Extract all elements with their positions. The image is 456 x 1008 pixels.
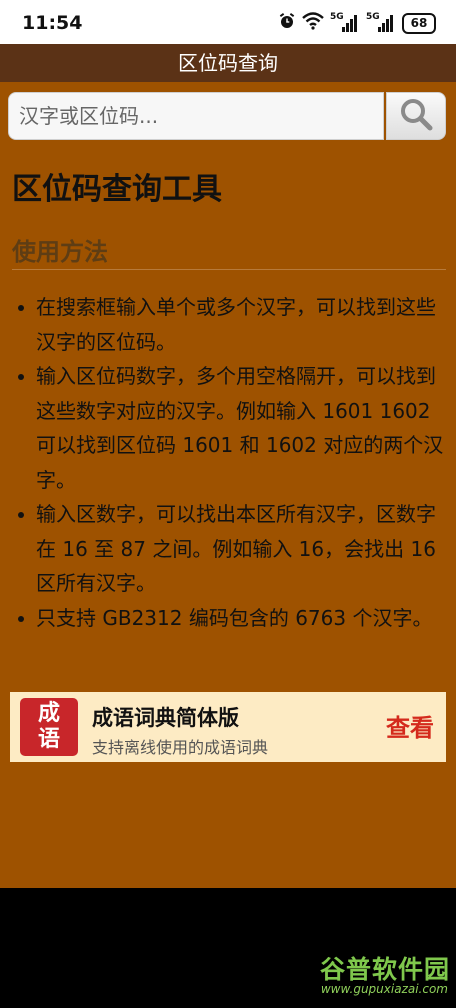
usage-list: 在搜索框输入单个或多个汉字，可以找到这些汉字的区位码。 输入区位码数字，多个用空… [14,290,446,635]
signal-icon-sim2: 5G [366,12,396,33]
logo-char-1: 成 [37,701,60,726]
section-divider [12,269,446,270]
status-icons: 5G 5G 68 [278,12,436,34]
idiom-app-logo: 成 语 [20,698,78,756]
usage-item: 输入区位码数字，多个用空格隔开，可以找到这些数字对应的汉字。例如输入 1601 … [14,359,446,497]
signal-label-sim2: 5G [366,12,380,22]
usage-item: 在搜索框输入单个或多个汉字，可以找到这些汉字的区位码。 [14,290,446,359]
status-bar: 11:54 5G 5G 68 [0,0,456,44]
ad-view-button[interactable]: 查看 [386,708,434,743]
status-time: 11:54 [22,12,83,34]
battery-icon: 68 [402,12,436,34]
alarm-icon [278,12,296,34]
signal-label-sim1: 5G [330,12,344,22]
signal-icon-sim1: 5G [330,12,360,33]
ad-title: 成语词典简体版 [92,706,239,730]
search-bar [8,92,446,140]
watermark-logo: 谷普软件园 www.gupuxiazai.com [314,950,450,1002]
watermark-name: 谷普软件园 [319,955,450,984]
search-input[interactable] [8,92,384,140]
main-content: 区位码查询工具 使用方法 在搜索框输入单个或多个汉字，可以找到这些汉字的区位码。… [0,82,456,888]
usage-item: 只支持 GB2312 编码包含的 6763 个汉字。 [14,601,446,636]
ad-banner-idiom-dictionary[interactable]: 成 语 成语词典简体版 支持离线使用的成语词典 查看 [10,692,446,762]
logo-char-2: 语 [37,727,60,752]
app-bar-title: 区位码查询 [0,44,456,82]
search-icon [399,97,433,135]
watermark-url: www.gupuxiazai.com [320,982,448,996]
wifi-icon [302,12,324,34]
search-button[interactable] [386,92,446,140]
page-title: 区位码查询工具 [12,172,222,207]
ad-subtitle: 支持离线使用的成语词典 [92,738,269,757]
usage-item: 输入区数字，可以找出本区所有汉字，区数字在 16 至 87 之间。例如输入 16… [14,497,446,601]
section-title-usage: 使用方法 [12,238,108,266]
